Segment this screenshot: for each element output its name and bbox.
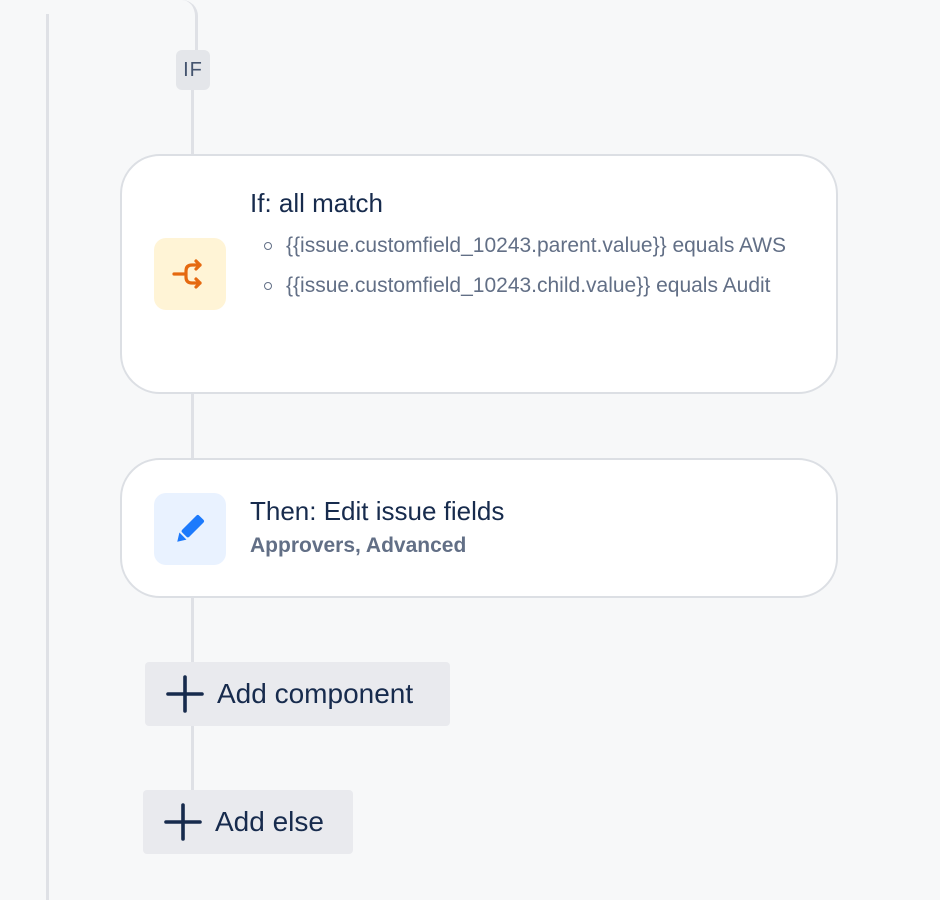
action-subtitle: Approvers, Advanced — [250, 534, 467, 557]
if-badge: IF — [176, 50, 210, 90]
condition-list: {{issue.customfield_10243.parent.value}}… — [260, 230, 820, 310]
rule-editor-canvas: IF If: all match {{issue.customfield_102… — [0, 0, 940, 900]
condition-title: If: all match — [250, 188, 383, 218]
plus-icon — [166, 675, 204, 713]
pencil-icon — [177, 514, 205, 542]
add-else-label: Add else — [215, 806, 324, 837]
connector-line — [191, 392, 194, 460]
connector-line — [191, 596, 194, 664]
connector-line — [191, 88, 194, 156]
condition-card[interactable]: If: all match {{issue.customfield_10243.… — [120, 154, 838, 394]
plus-icon — [164, 803, 202, 841]
branch-connector — [178, 0, 198, 52]
branch-icon-tile — [154, 238, 226, 310]
add-else-button[interactable]: Add else — [143, 790, 353, 854]
action-card[interactable]: Then: Edit issue fields Approvers, Advan… — [120, 458, 838, 598]
branch-icon — [172, 259, 202, 289]
pencil-icon-tile — [154, 493, 226, 565]
condition-item: {{issue.customfield_10243.child.value}} … — [260, 270, 820, 302]
add-component-button[interactable]: Add component — [145, 662, 450, 726]
connector-line — [191, 724, 194, 792]
add-component-label: Add component — [217, 678, 414, 709]
condition-item: {{issue.customfield_10243.parent.value}}… — [260, 230, 820, 262]
action-title: Then: Edit issue fields — [250, 496, 505, 526]
outer-rail — [46, 14, 49, 900]
